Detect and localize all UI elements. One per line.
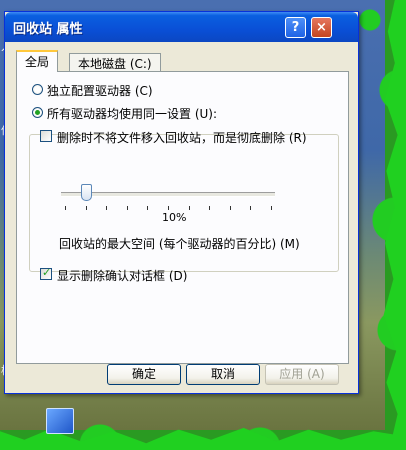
cancel-button[interactable]: 取消 xyxy=(186,364,260,385)
independent-config-radio[interactable] xyxy=(32,84,43,95)
desktop-shortcut-icon[interactable] xyxy=(46,408,74,434)
confirm-dialog-checkbox[interactable] xyxy=(40,266,52,280)
max-space-slider-track[interactable] xyxy=(61,192,275,197)
max-space-slider-thumb[interactable] xyxy=(80,184,92,201)
max-space-label: 回收站的最大空间 (每个驱动器的百分比) (M) xyxy=(59,237,300,251)
slider-tick xyxy=(250,206,252,210)
slider-tick xyxy=(85,206,87,210)
slider-tick xyxy=(188,206,190,210)
independent-config-label[interactable]: 独立配置驱动器 (C) xyxy=(47,82,153,99)
slider-tick xyxy=(209,206,211,210)
tab-local-disk-c[interactable]: 本地磁盘 (C:) xyxy=(69,53,161,73)
slider-tick xyxy=(65,206,66,210)
slider-tick xyxy=(147,206,149,210)
delete-immediately-label[interactable]: 删除时不将文件移入回收站，而是彻底删除 (R) xyxy=(57,129,307,146)
slider-tick xyxy=(229,206,231,210)
slider-value-label: 10% xyxy=(162,211,187,224)
same-setting-label[interactable]: 所有驱动器均使用同一设置 (U): xyxy=(47,105,217,122)
close-button[interactable]: × xyxy=(311,17,332,38)
window-title: 回收站 属性 xyxy=(13,22,83,37)
title-bar[interactable]: 回收站 属性 ? × xyxy=(5,12,358,42)
recycle-bin-properties-dialog: 回收站 属性 ? × 全局 本地磁盘 (C:) 独立配置驱动器 (C) 所有驱动… xyxy=(4,11,359,394)
apply-button[interactable]: 应用 (A) xyxy=(265,364,339,385)
slider-tick xyxy=(106,206,108,210)
ok-button[interactable]: 确定 xyxy=(107,364,181,385)
slider-tick xyxy=(271,206,272,210)
slider-tick xyxy=(126,206,128,210)
delete-immediately-checkbox[interactable] xyxy=(40,130,52,142)
slider-tick xyxy=(168,206,169,210)
confirm-dialog-label[interactable]: 显示删除确认对话框 (D) xyxy=(57,267,187,284)
tab-global[interactable]: 全局 xyxy=(16,50,59,72)
help-button[interactable]: ? xyxy=(285,17,306,38)
same-setting-radio[interactable] xyxy=(32,107,43,118)
